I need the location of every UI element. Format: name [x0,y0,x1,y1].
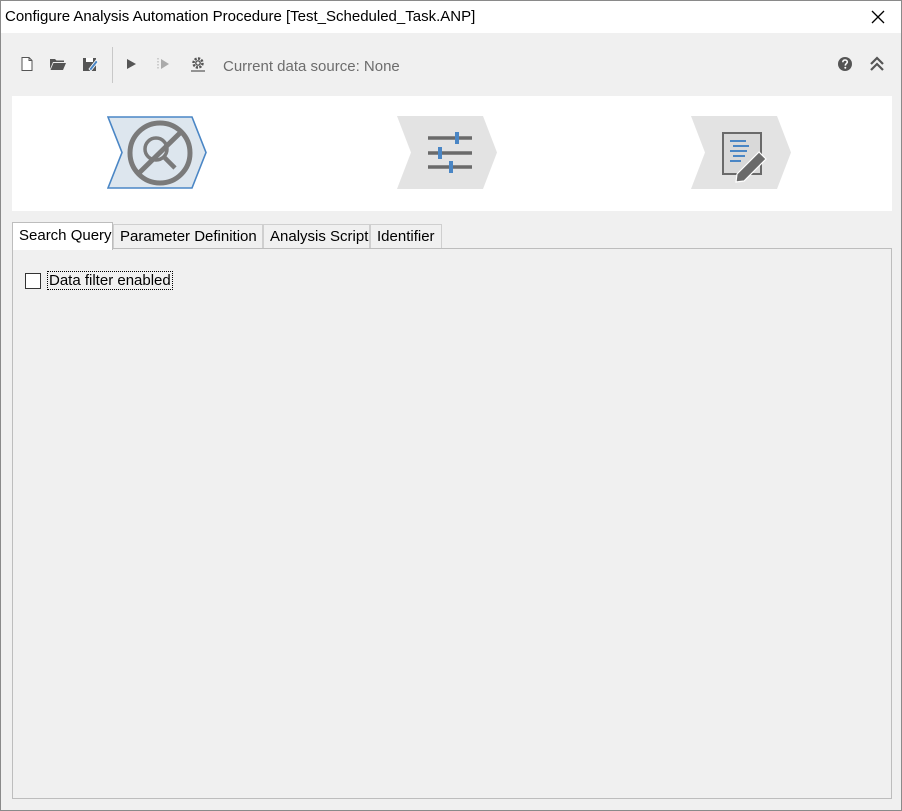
collapse-up-icon [870,56,884,71]
title-bar: Configure Analysis Automation Procedure … [1,1,901,33]
new-file-icon [21,57,33,71]
tab-label: Identifier [377,228,435,245]
toolbar-separator [112,47,113,83]
step-run-icon [157,58,169,70]
collapse-button[interactable] [866,53,888,75]
open-folder-icon [50,59,66,70]
save-button[interactable] [79,53,101,75]
sliders-icon [428,132,472,173]
tab-identifier[interactable]: Identifier [370,224,442,249]
help-icon [838,57,852,71]
new-button[interactable] [16,53,38,75]
tab-analysis-script[interactable]: Analysis Script [263,224,370,249]
search-query-panel: Data filter enabled [12,248,892,799]
data-source-label: Current data source: None [223,58,400,75]
script-edit-icon [722,132,767,183]
open-button[interactable] [47,53,69,75]
help-button[interactable] [834,53,856,75]
data-filter-label[interactable]: Data filter enabled [47,271,173,290]
data-filter-option[interactable]: Data filter enabled [25,271,173,290]
tab-parameter-definition[interactable]: Parameter Definition [113,224,263,249]
tab-label: Analysis Script [270,228,369,245]
close-icon [871,10,885,24]
window-title: Configure Analysis Automation Procedure … [5,8,476,25]
step-script[interactable] [691,116,791,189]
toolbar: Current data source: None [1,33,901,95]
dialog-window: Configure Analysis Automation Procedure … [0,0,902,811]
step-search-query[interactable] [106,116,207,189]
step-parameters[interactable] [397,116,497,189]
tab-label: Parameter Definition [120,228,257,245]
data-filter-checkbox[interactable] [25,272,41,289]
tab-label: Search Query [19,227,112,244]
run-button[interactable] [120,53,142,75]
gear-icon [191,57,205,72]
save-icon [83,58,99,72]
play-icon [127,59,136,69]
step-button[interactable] [152,53,174,75]
wizard-steps-panel [12,96,892,211]
tab-strip: Search Query Parameter Definition Analys… [12,222,892,250]
close-button[interactable] [855,1,901,33]
settings-button[interactable] [187,53,209,75]
tab-search-query[interactable]: Search Query [12,222,113,250]
